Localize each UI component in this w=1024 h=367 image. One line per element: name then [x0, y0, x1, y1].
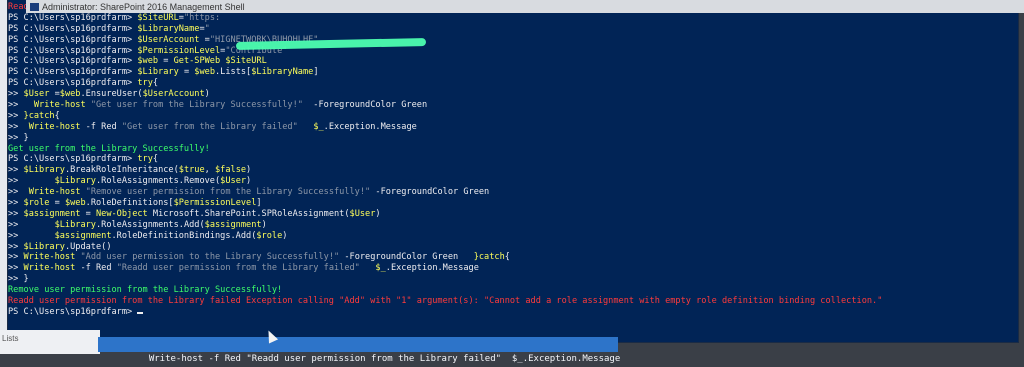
console-line: PS C:\Users\sp16prdfarm> $UserAccount ="…: [8, 34, 319, 45]
console-line: PS C:\Users\sp16prdfarm> try{: [8, 154, 159, 165]
console-line: >> $Library.RoleAssignments.Remove($User…: [8, 176, 252, 187]
console-line: Get user from the Library Successfully!: [8, 143, 210, 154]
console-line: >> Write-host -f Red "Get user from the …: [8, 121, 417, 132]
console-line: >> }catch{: [8, 110, 60, 121]
console-line: PS C:\Users\sp16prdfarm> $web = Get-SPWe…: [8, 56, 267, 67]
text-cursor: [137, 311, 144, 314]
console-line: PS C:\Users\sp16prdfarm> try{: [8, 78, 159, 89]
powershell-icon: [30, 2, 39, 11]
console-line: >> Write-host -f Red "Readd user permiss…: [8, 263, 479, 274]
suggestion-text: Write-host -f Red "Readd user permission…: [148, 354, 621, 364]
console-line: PS C:\Users\sp16prdfarm> $Library = $web…: [8, 67, 319, 78]
console-line: >> $Library.Update(): [8, 241, 112, 252]
console-line: >> $role = $web.RoleDefinitions[$Permiss…: [8, 198, 262, 209]
window-titlebar: Administrator: SharePoint 2016 Managemen…: [26, 0, 1024, 13]
console-line: PS C:\Users\sp16prdfarm> $PermissionLeve…: [8, 45, 288, 56]
predictive-suggestion-bar[interactable]: Write-host -f Red "Readd user permission…: [98, 337, 620, 364]
console-line: >> Write-host "Get user from the Library…: [8, 100, 428, 111]
console-line: >> Write-host "Remove user permission fr…: [8, 187, 490, 198]
console-line: Remove user permission from the Library …: [8, 285, 283, 296]
window-title: Administrator: SharePoint 2016 Managemen…: [42, 1, 245, 12]
console-output: Readd user permission from the Library f…: [8, 2, 1016, 318]
console-line: >> $assignment.RoleDefinitionBindings.Ad…: [8, 230, 288, 241]
console-line: >> $User =$web.EnsureUser($UserAccount): [8, 89, 210, 100]
console-line: PS C:\Users\sp16prdfarm>: [8, 307, 1016, 318]
console-line: >> $Library.BreakRoleInheritance($true, …: [8, 165, 252, 176]
console-line: Readd user permission from the Library f…: [8, 296, 883, 307]
background-lists-panel: Lists: [0, 330, 100, 354]
console-line: >> Write-host "Add user permission to th…: [8, 252, 510, 263]
console-line: >> }: [8, 132, 29, 143]
console-line: >> }: [8, 274, 29, 285]
console-line: PS C:\Users\sp16prdfarm> $LibraryName=": [8, 23, 210, 34]
console-line: >> $assignment = New-Object Microsoft.Sh…: [8, 208, 381, 219]
console-line: >> $Library.RoleAssignments.Add($assignm…: [8, 219, 267, 230]
powershell-console[interactable]: Readd user permission from the Library f…: [8, 0, 1018, 342]
console-line: PS C:\Users\sp16prdfarm> $SiteURL="https…: [8, 12, 221, 23]
lists-label: Lists: [2, 334, 19, 343]
